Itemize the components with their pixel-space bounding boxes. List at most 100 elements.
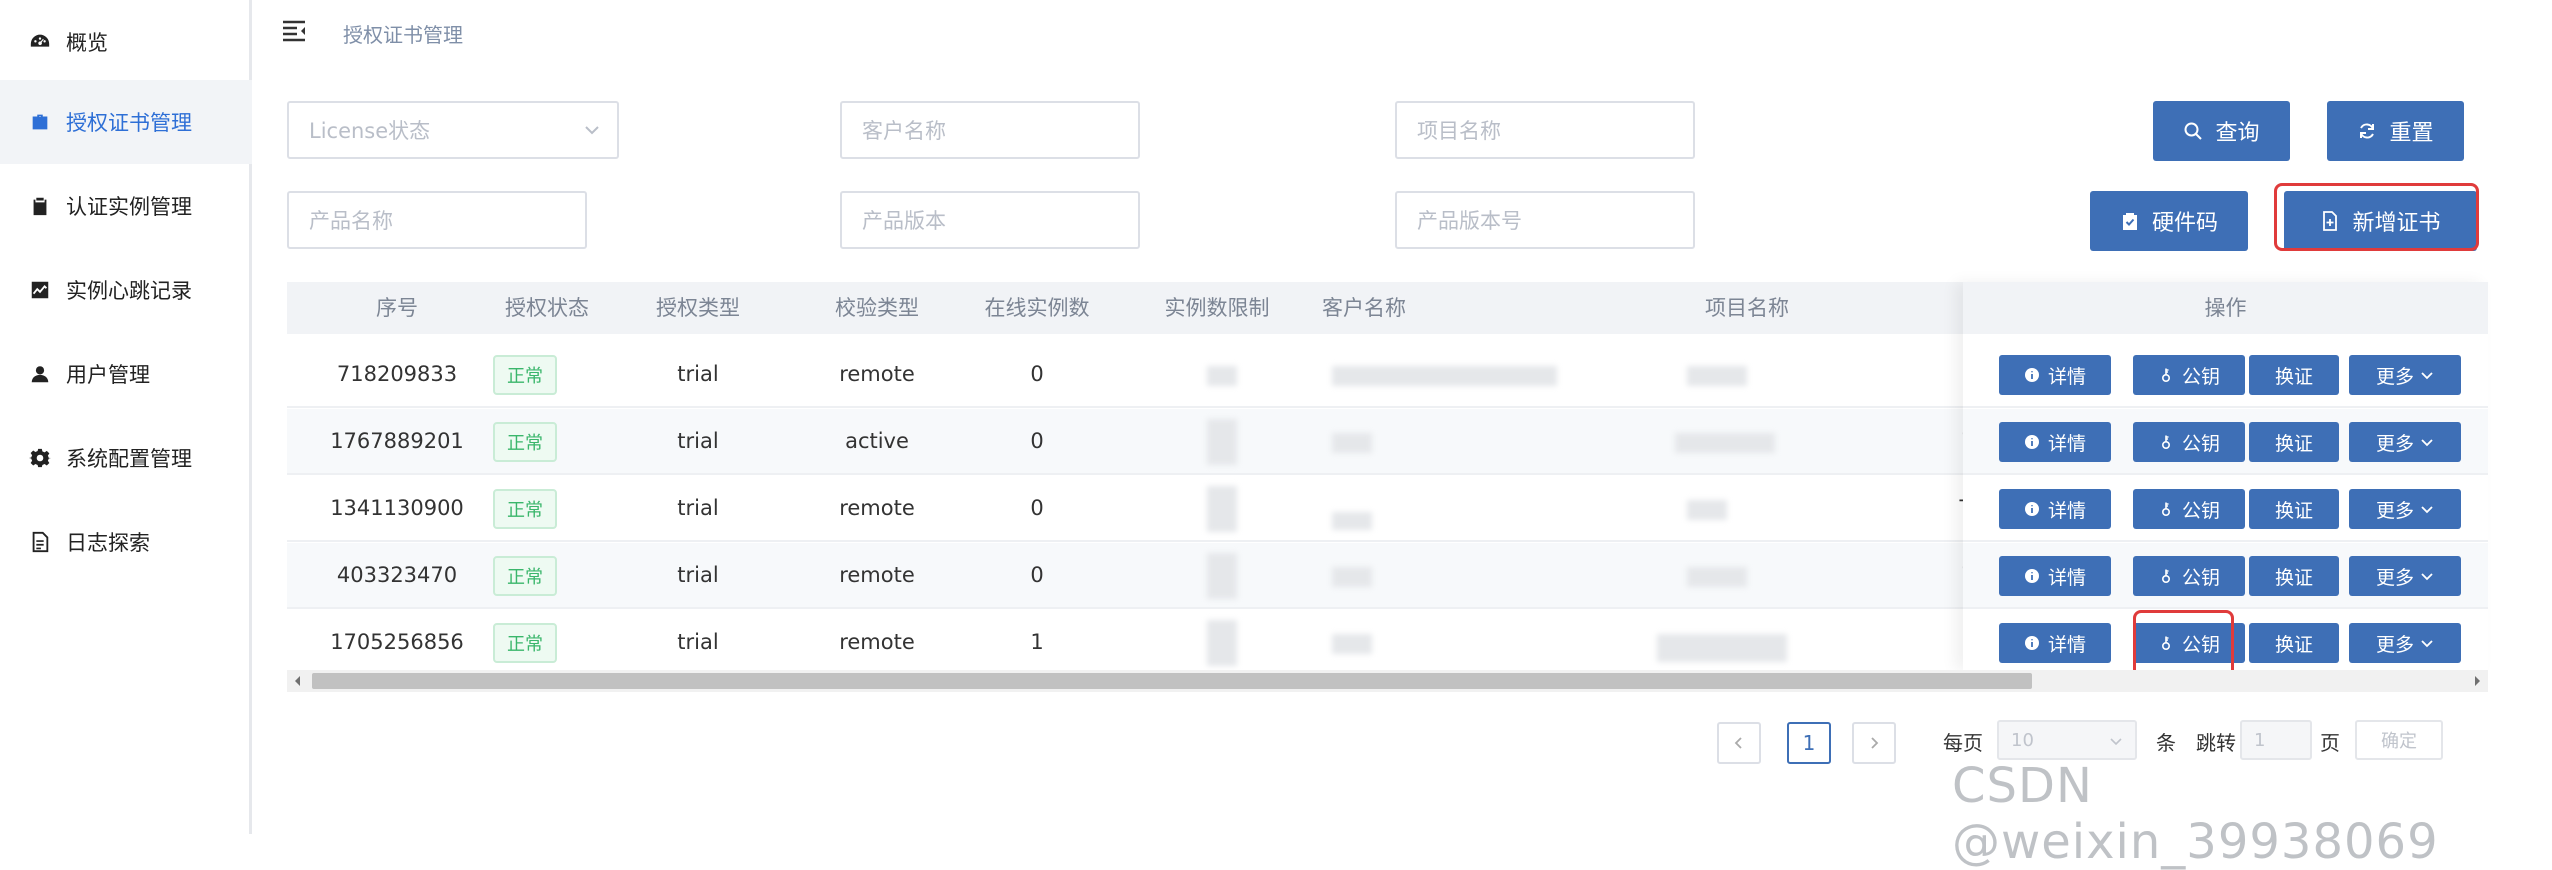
project-name-input[interactable]: 项目名称 xyxy=(1395,101,1695,159)
next-page-button[interactable] xyxy=(1852,722,1896,764)
document-icon xyxy=(28,530,52,554)
renew-label: 换证 xyxy=(2274,365,2313,388)
page-size-select[interactable]: 10 xyxy=(1997,720,2137,760)
status-badge: 正常 xyxy=(493,623,557,663)
sidebar-item-heartbeat-records[interactable]: 实例心跳记录 xyxy=(0,248,252,332)
more-label: 更多 xyxy=(2375,365,2414,388)
detail-button[interactable]: 详情 xyxy=(1999,355,2111,395)
blurred-project xyxy=(1687,366,1747,386)
renew-button[interactable]: 换证 xyxy=(2249,355,2339,395)
product-version-no-input[interactable]: 产品版本号 xyxy=(1395,191,1695,249)
sidebar-item-user-management[interactable]: 用户管理 xyxy=(0,332,252,416)
blurred-limit xyxy=(1207,419,1237,465)
detail-button[interactable]: 详情 xyxy=(1999,489,2111,529)
blurred-project xyxy=(1675,433,1775,453)
info-icon xyxy=(2024,368,2039,382)
detail-button[interactable]: 详情 xyxy=(1999,623,2111,663)
menu-toggle-icon[interactable] xyxy=(281,18,307,44)
key-icon xyxy=(2161,368,2170,383)
cell-type: trial xyxy=(677,630,719,654)
scroll-right-icon[interactable] xyxy=(2470,674,2484,688)
info-icon xyxy=(2024,502,2039,516)
more-label: 更多 xyxy=(2375,566,2414,589)
add-certificate-button[interactable]: 新增证书 xyxy=(2284,191,2477,251)
license-status-select[interactable]: License状态 xyxy=(287,101,619,159)
reset-button-label: 重置 xyxy=(2389,121,2434,146)
more-dropdown-button[interactable]: 更多 xyxy=(2349,556,2461,596)
more-dropdown-button[interactable]: 更多 xyxy=(2349,489,2461,529)
cell-type: trial xyxy=(677,429,719,453)
chart-line-icon xyxy=(28,278,52,302)
renew-button[interactable]: 换证 xyxy=(2249,422,2339,462)
detail-button[interactable]: 详情 xyxy=(1999,556,2111,596)
horizontal-scrollbar[interactable] xyxy=(287,670,2488,692)
hardware-code-button[interactable]: 硬件码 xyxy=(2090,191,2248,251)
more-label: 更多 xyxy=(2375,633,2414,656)
blurred-customer xyxy=(1332,512,1372,530)
sidebar-item-log-explore[interactable]: 日志探索 xyxy=(0,500,252,584)
clipboard-check-icon xyxy=(2122,213,2137,230)
scroll-left-icon[interactable] xyxy=(291,674,305,688)
sidebar-item-label: 概览 xyxy=(66,31,108,55)
jump-page-input[interactable]: 1 xyxy=(2240,720,2312,760)
public-key-button[interactable]: 公钥 xyxy=(2133,623,2245,663)
breadcrumb[interactable]: 授权证书管理 xyxy=(343,19,463,48)
cell-id: 1705256856 xyxy=(330,630,464,654)
detail-button[interactable]: 详情 xyxy=(1999,422,2111,462)
status-badge: 正常 xyxy=(493,422,557,462)
detail-label: 详情 xyxy=(2047,633,2086,656)
product-name-placeholder: 产品名称 xyxy=(309,209,393,233)
customer-name-input[interactable]: 客户名称 xyxy=(840,101,1140,159)
blurred-project xyxy=(1687,567,1747,587)
query-button[interactable]: 查询 xyxy=(2153,101,2290,161)
public-key-label: 公钥 xyxy=(2181,499,2220,522)
scrollbar-thumb[interactable] xyxy=(312,673,2032,689)
chevron-left-icon xyxy=(1734,737,1742,749)
col-check: 校验类型 xyxy=(835,296,919,320)
more-dropdown-button[interactable]: 更多 xyxy=(2349,623,2461,663)
sidebar-item-overview[interactable]: 概览 xyxy=(0,0,252,84)
prev-page-button[interactable] xyxy=(1717,722,1761,764)
blurred-limit xyxy=(1207,366,1237,386)
renew-label: 换证 xyxy=(2274,499,2313,522)
public-key-label: 公钥 xyxy=(2181,566,2220,589)
chevron-down-icon xyxy=(2110,738,2122,746)
page-number-button[interactable]: 1 xyxy=(1787,722,1831,764)
sidebar-item-instance-management[interactable]: 认证实例管理 xyxy=(0,164,252,248)
renew-label: 换证 xyxy=(2274,633,2313,656)
product-version-input[interactable]: 产品版本 xyxy=(840,191,1140,249)
public-key-button[interactable]: 公钥 xyxy=(2133,355,2245,395)
cell-id: 718209833 xyxy=(336,362,458,386)
key-icon xyxy=(2161,636,2170,651)
public-key-button[interactable]: 公钥 xyxy=(2133,489,2245,529)
reset-button[interactable]: 重置 xyxy=(2327,101,2464,161)
jump-confirm-button[interactable]: 确定 xyxy=(2355,720,2443,760)
more-dropdown-button[interactable]: 更多 xyxy=(2349,422,2461,462)
sidebar-item-license-management[interactable]: 授权证书管理 xyxy=(0,80,252,164)
cell-id: 403323470 xyxy=(336,563,458,587)
user-icon xyxy=(28,362,52,386)
col-online: 在线实例数 xyxy=(984,296,1090,320)
cell-type: trial xyxy=(677,563,719,587)
cell-check: remote xyxy=(839,630,915,654)
renew-button[interactable]: 换证 xyxy=(2249,623,2339,663)
briefcase-icon xyxy=(28,110,52,134)
blurred-customer xyxy=(1332,366,1557,386)
renew-button[interactable]: 换证 xyxy=(2249,556,2339,596)
public-key-button[interactable]: 公钥 xyxy=(2133,556,2245,596)
sidebar-item-system-config[interactable]: 系统配置管理 xyxy=(0,416,252,500)
cell-check: remote xyxy=(839,362,915,386)
sidebar: 概览 授权证书管理 认证实例管理 实例心跳记录 用户管理 系统配置管理 日志探索 xyxy=(0,0,252,834)
license-status-placeholder: License状态 xyxy=(309,119,431,143)
public-key-button[interactable]: 公钥 xyxy=(2133,422,2245,462)
more-dropdown-button[interactable]: 更多 xyxy=(2349,355,2461,395)
renew-button[interactable]: 换证 xyxy=(2249,489,2339,529)
chevron-down-icon xyxy=(2421,372,2433,380)
col-status: 授权状态 xyxy=(505,296,589,320)
col-operations: 操作 xyxy=(1963,282,2488,334)
blurred-limit xyxy=(1207,486,1237,532)
product-name-input[interactable]: 产品名称 xyxy=(287,191,587,249)
cell-id: 1341130900 xyxy=(330,496,464,520)
chevron-down-icon xyxy=(2421,506,2433,514)
col-project: 项目名称 xyxy=(1705,296,1789,320)
